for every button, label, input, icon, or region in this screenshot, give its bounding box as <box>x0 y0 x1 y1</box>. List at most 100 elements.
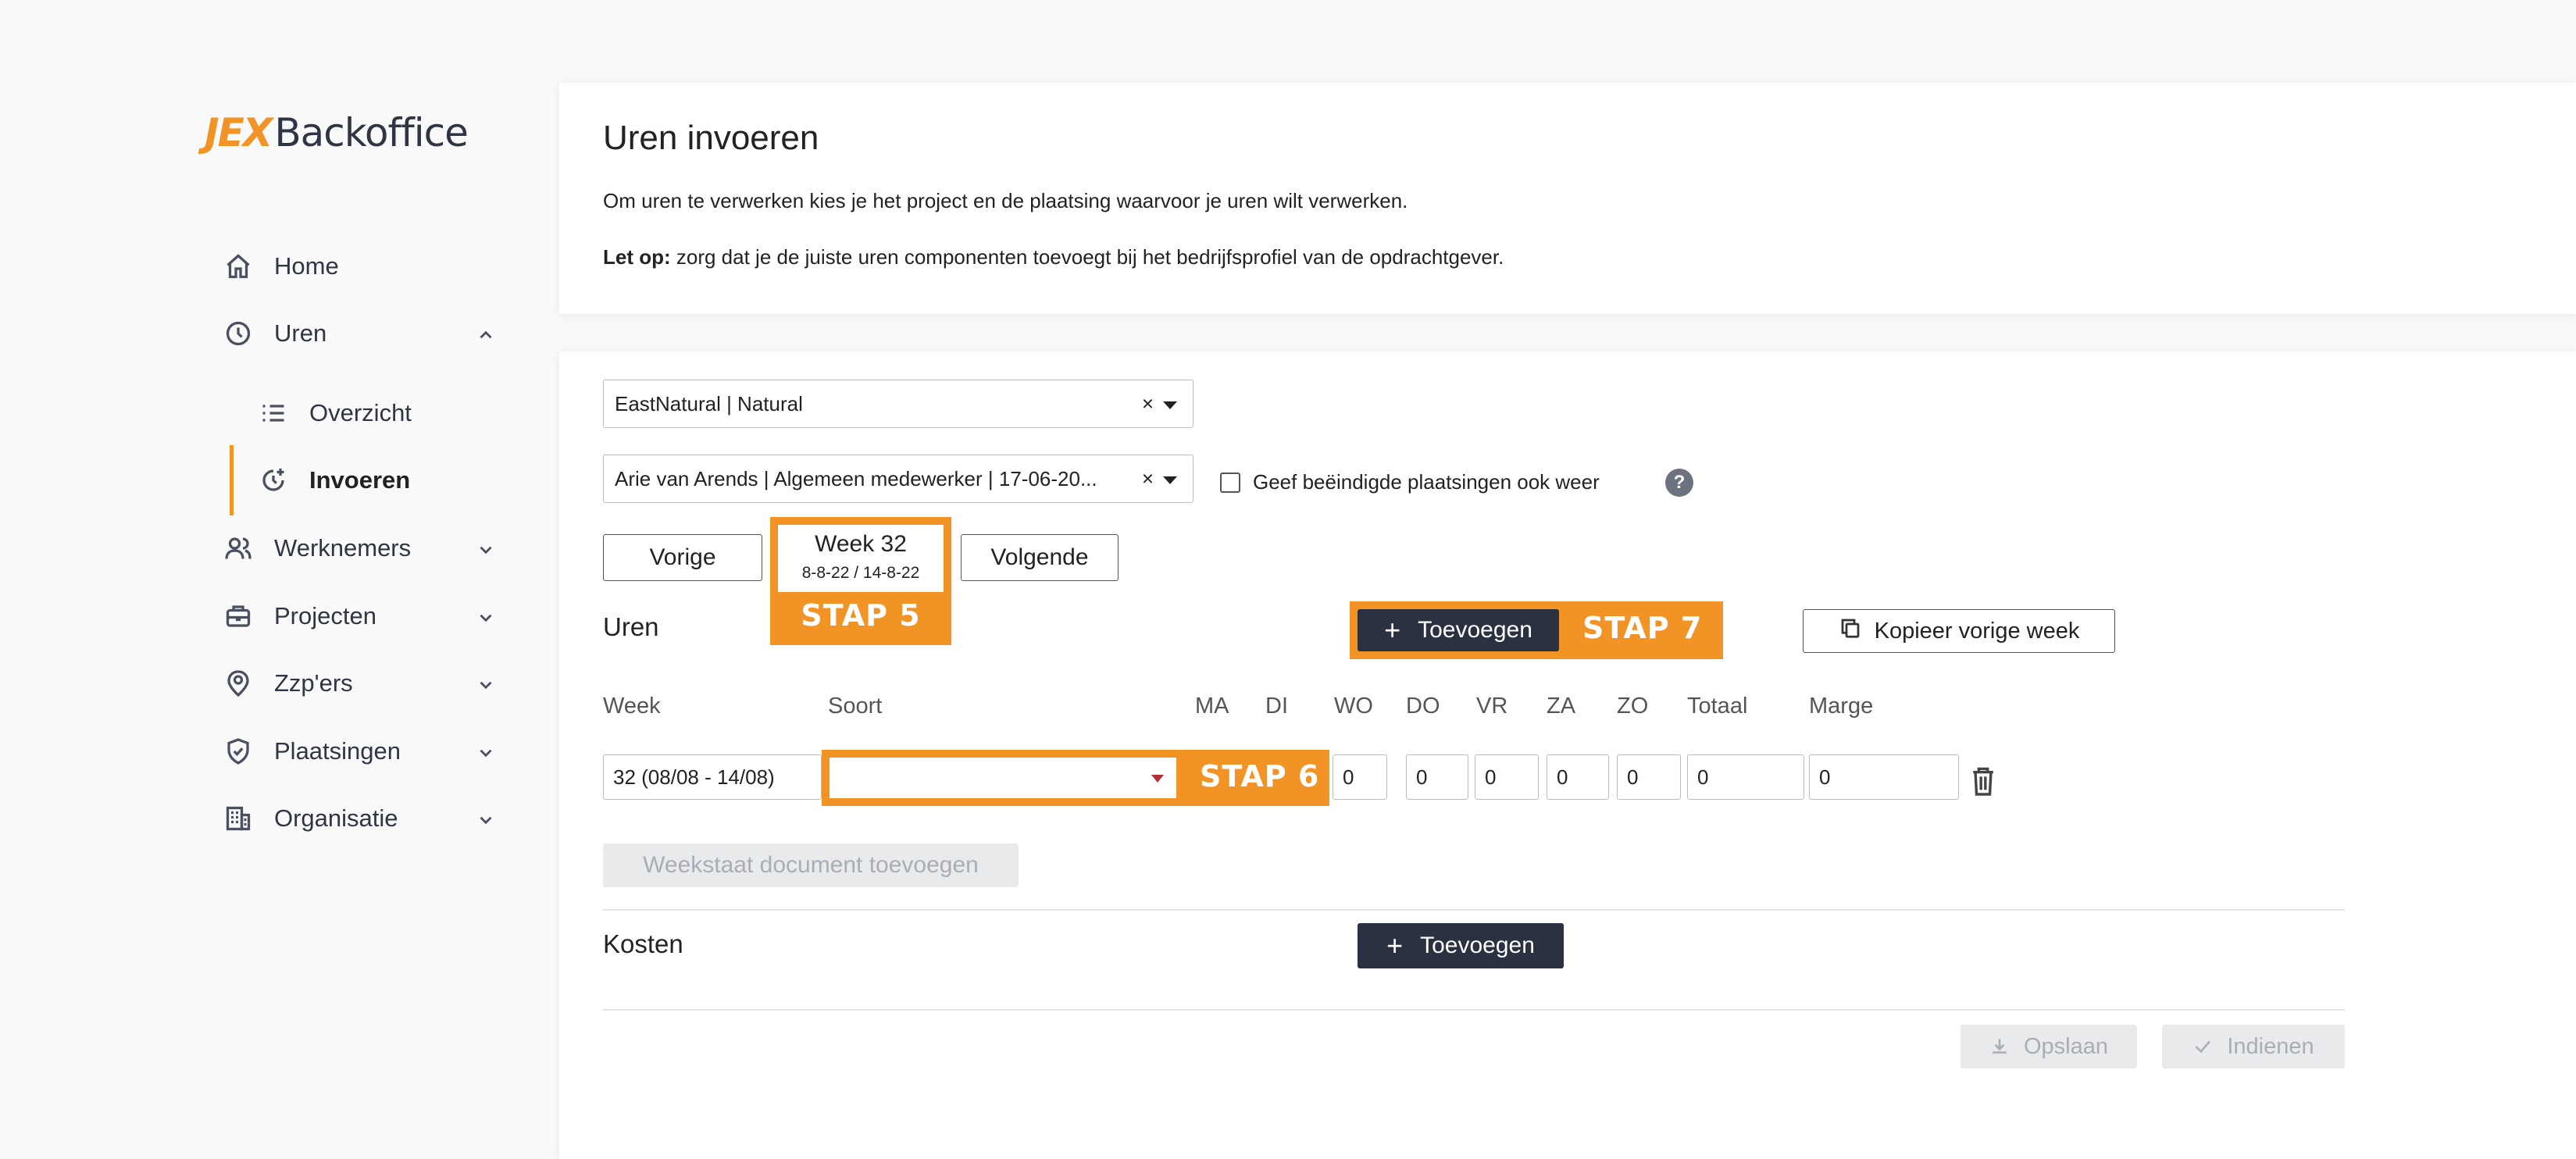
column-header-di: DI <box>1265 694 1288 719</box>
caret-down-icon[interactable] <box>1163 401 1177 409</box>
sidebar-item-label: Invoeren <box>309 466 411 494</box>
week-indicator: Week 32 8-8-22 / 14-8-22 <box>778 525 944 592</box>
previous-week-button[interactable]: Vorige <box>603 534 762 581</box>
week-label: Week 32 <box>815 531 907 557</box>
sidebar-item-overzicht[interactable]: Overzicht <box>258 394 539 433</box>
clear-icon[interactable]: × <box>1142 467 1154 491</box>
placement-select[interactable]: Arie van Arends | Algemeen medewerker | … <box>603 455 1193 503</box>
column-header-vr: VR <box>1476 694 1508 719</box>
briefcase-icon <box>223 601 254 632</box>
sidebar-item-plaatsingen[interactable]: Plaatsingen <box>223 732 504 771</box>
sidebar-item-organisatie[interactable]: Organisatie <box>223 799 504 838</box>
add-hours-button[interactable]: + Toevoegen <box>1358 609 1559 651</box>
chevron-down-icon <box>476 538 496 558</box>
column-header-soort: Soort <box>828 694 883 719</box>
sidebar-item-label: Overzicht <box>309 399 412 426</box>
clear-icon[interactable]: × <box>1142 392 1154 416</box>
sidebar-item-invoeren[interactable]: Invoeren <box>258 461 539 500</box>
submit-button[interactable]: Indienen <box>2162 1025 2345 1068</box>
clock-plus-icon <box>258 465 289 496</box>
caret-down-icon[interactable] <box>1151 775 1164 783</box>
chevron-down-icon <box>476 808 496 829</box>
column-header-zo: ZO <box>1617 694 1649 719</box>
stap6-label: STAP 6 <box>1200 759 1320 793</box>
za-hours-input[interactable]: 0 <box>1547 754 1609 800</box>
hours-card: EastNatural | Natural × Arie van Arends … <box>559 351 2576 1159</box>
chevron-down-icon <box>476 673 496 694</box>
page-title: Uren invoeren <box>603 119 819 157</box>
building-icon <box>223 803 254 834</box>
week-field[interactable]: 32 (08/08 - 14/08) <box>603 754 822 800</box>
project-select[interactable]: EastNatural | Natural × <box>603 380 1193 428</box>
project-select-value: EastNatural | Natural <box>615 391 803 415</box>
column-header-totaal: Totaal <box>1687 694 1748 719</box>
sidebar-item-label: Organisatie <box>274 804 398 832</box>
sidebar-item-label: Home <box>274 252 339 280</box>
show-ended-checkbox-row[interactable]: Geef beëindigde plaatsingen ook weer <box>1220 470 1600 494</box>
stap7-highlight: + Toevoegen STAP 7 <box>1350 601 1723 659</box>
note-text: Let op: zorg dat je de juiste uren compo… <box>603 245 1504 269</box>
stap6-highlight: STAP 6 <box>822 750 1329 806</box>
sidebar-item-werknemers[interactable]: Werknemers <box>223 529 504 568</box>
copy-previous-week-label: Kopieer vorige week <box>1874 618 2080 644</box>
chevron-down-icon <box>476 741 496 761</box>
uren-section-title: Uren <box>603 612 659 641</box>
marge-field[interactable]: 0 <box>1809 754 1959 800</box>
column-header-za: ZA <box>1547 694 1576 719</box>
sidebar-item-projecten[interactable]: Projecten <box>223 597 504 636</box>
show-ended-label: Geef beëindigde plaatsingen ook weer <box>1253 470 1600 494</box>
sidebar-item-label: Zzp'ers <box>274 669 353 697</box>
chevron-up-icon <box>476 323 496 344</box>
sidebar-item-zzpers[interactable]: Zzp'ers <box>223 664 504 703</box>
logo-text: Backoffice <box>274 110 469 155</box>
do-hours-input[interactable]: 0 <box>1406 754 1468 800</box>
brand-logo[interactable]: JEX Backoffice <box>205 109 469 156</box>
column-header-marge: Marge <box>1809 694 1874 719</box>
stap5-highlight: Week 32 8-8-22 / 14-8-22 STAP 5 <box>770 517 951 645</box>
intro-text: Om uren te verwerken kies je het project… <box>603 189 1408 212</box>
copy-previous-week-button[interactable]: Kopieer vorige week <box>1803 609 2115 653</box>
vr-hours-input[interactable]: 0 <box>1475 754 1539 800</box>
sidebar-item-label: Plaatsingen <box>274 737 401 765</box>
trash-icon[interactable] <box>1970 765 1996 797</box>
add-costs-button[interactable]: + Toevoegen <box>1358 923 1564 968</box>
active-indicator <box>230 445 234 515</box>
note-bold: Let op: <box>603 245 671 269</box>
wo-hours-input[interactable]: 0 <box>1333 754 1387 800</box>
sidebar-item-label: Uren <box>274 319 327 347</box>
zo-hours-input[interactable]: 0 <box>1617 754 1681 800</box>
list-icon <box>258 398 289 429</box>
clock-icon <box>223 318 254 349</box>
column-header-ma: MA <box>1195 694 1229 719</box>
plus-icon: + <box>1384 614 1401 646</box>
shield-check-icon <box>223 736 254 767</box>
column-header-do: DO <box>1406 694 1440 719</box>
intro-card: Uren invoeren Om uren te verwerken kies … <box>559 83 2576 314</box>
soort-select[interactable] <box>830 758 1176 798</box>
add-hours-label: Toevoegen <box>1418 617 1532 643</box>
download-icon <box>1993 1039 2007 1054</box>
stap5-label: STAP 5 <box>801 598 921 633</box>
save-button[interactable]: Opslaan <box>1961 1025 2137 1068</box>
placement-select-value: Arie van Arends | Algemeen medewerker | … <box>615 466 1097 490</box>
users-icon <box>223 533 254 564</box>
totaal-field[interactable]: 0 <box>1687 754 1804 800</box>
help-icon[interactable]: ? <box>1665 469 1693 497</box>
kosten-section-title: Kosten <box>603 929 683 958</box>
add-costs-label: Toevoegen <box>1420 933 1535 958</box>
next-week-button[interactable]: Volgende <box>961 534 1119 581</box>
note-body: zorg dat je de juiste uren componenten t… <box>670 245 1504 269</box>
add-weekstaat-button[interactable]: Weekstaat document toevoegen <box>603 843 1019 887</box>
divider <box>603 1009 2345 1011</box>
week-range: 8-8-22 / 14-8-22 <box>801 564 920 582</box>
caret-down-icon[interactable] <box>1163 476 1177 484</box>
divider <box>603 909 2345 911</box>
sidebar-item-uren[interactable]: Uren <box>223 314 504 353</box>
chevron-down-icon <box>476 606 496 626</box>
sidebar-item-home[interactable]: Home <box>223 247 504 286</box>
check-icon <box>2195 1040 2211 1054</box>
column-header-week: Week <box>603 694 661 719</box>
show-ended-checkbox[interactable] <box>1220 472 1240 493</box>
copy-icon <box>1839 616 1875 646</box>
sidebar-item-label: Projecten <box>274 602 376 629</box>
